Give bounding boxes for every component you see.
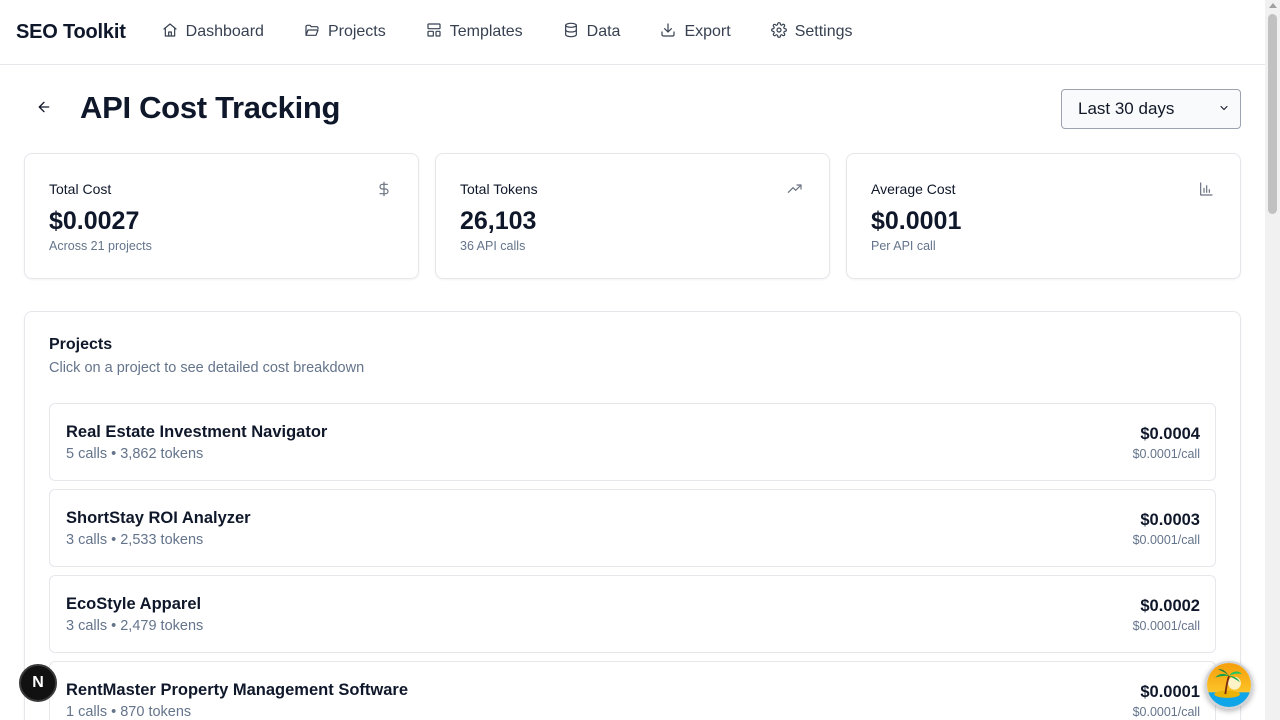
chevron-down-icon (1218, 99, 1230, 119)
nav-item-export[interactable]: Export (660, 22, 731, 43)
nav-label: Projects (327, 23, 386, 40)
nav-label: Templates (449, 23, 523, 40)
stat-card-average-cost: Average Cost $0.0001 Per API call (846, 153, 1241, 279)
stat-subtext: 36 API calls (460, 239, 526, 253)
project-row[interactable]: Real Estate Investment Navigator 5 calls… (49, 403, 1216, 481)
nav-label: Dashboard (185, 23, 264, 40)
date-range-value: Last 30 days (1078, 99, 1175, 118)
scroll-thumb[interactable] (1268, 14, 1277, 214)
nav-item-dashboard[interactable]: Dashboard (162, 22, 264, 43)
nav-label: Data (586, 23, 621, 40)
project-cost-per-call: $0.0001/call (1132, 533, 1200, 547)
nav-item-projects[interactable]: Projects (304, 22, 386, 43)
projects-description: Click on a project to see detailed cost … (49, 360, 365, 376)
date-range-select[interactable]: Last 30 days (1061, 89, 1241, 129)
project-name: RentMaster Property Management Software (66, 681, 408, 699)
stat-value: $0.0027 (49, 207, 140, 235)
bar-chart-icon (1198, 181, 1214, 197)
project-row[interactable]: ShortStay ROI Analyzer 3 calls • 2,533 t… (49, 489, 1216, 567)
projects-panel: Projects Click on a project to see detai… (24, 311, 1241, 720)
project-name: EcoStyle Apparel (66, 595, 202, 613)
project-meta: 5 calls • 3,862 tokens (66, 446, 204, 462)
project-cost: $0.0004 (1140, 425, 1200, 443)
nav-item-data[interactable]: Data (563, 22, 621, 43)
back-button[interactable] (32, 97, 56, 121)
arrow-left-icon (36, 99, 52, 120)
stat-label: Average Cost (871, 181, 956, 197)
top-nav: SEO Toolkit Dashboard Projects Templates… (0, 0, 1265, 65)
nav-item-templates[interactable]: Templates (426, 22, 523, 43)
project-meta: 3 calls • 2,533 tokens (66, 532, 204, 548)
project-cost-per-call: $0.0001/call (1132, 447, 1200, 461)
download-icon (660, 22, 676, 43)
folder-open-icon (304, 22, 320, 43)
scroll-up-arrow-icon[interactable] (1269, 3, 1277, 8)
nav-item-settings[interactable]: Settings (770, 21, 853, 43)
stat-label: Total Cost (49, 181, 112, 197)
project-cost: $0.0001 (1140, 683, 1200, 701)
home-icon (162, 22, 178, 43)
nav-label: Export (684, 23, 731, 40)
stat-card-total-cost: Total Cost $0.0027 Across 21 projects (24, 153, 419, 279)
stat-card-total-tokens: Total Tokens 26,103 36 API calls (435, 153, 830, 279)
project-meta: 1 calls • 870 tokens (66, 704, 192, 720)
stat-value: $0.0001 (871, 207, 962, 235)
layout-icon (426, 22, 442, 43)
project-row[interactable]: RentMaster Property Management Software … (49, 661, 1216, 720)
stat-subtext: Per API call (871, 239, 936, 253)
assistant-avatar-button[interactable] (1205, 661, 1253, 709)
project-cost-per-call: $0.0001/call (1132, 705, 1200, 719)
page-scrollbar[interactable] (1265, 0, 1280, 720)
trending-up-icon (787, 181, 803, 197)
project-cost: $0.0003 (1140, 511, 1200, 529)
project-row[interactable]: EcoStyle Apparel 3 calls • 2,479 tokens … (49, 575, 1216, 653)
project-cost-per-call: $0.0001/call (1132, 619, 1200, 633)
project-name: ShortStay ROI Analyzer (66, 509, 251, 527)
stat-subtext: Across 21 projects (49, 239, 152, 253)
dollar-icon (376, 181, 392, 197)
palm-island-icon (1207, 663, 1251, 707)
stat-label: Total Tokens (460, 181, 538, 197)
project-meta: 3 calls • 2,479 tokens (66, 618, 204, 634)
project-cost: $0.0002 (1140, 597, 1200, 615)
dev-tools-badge[interactable]: N (19, 664, 57, 702)
database-icon (563, 22, 579, 43)
nav-label: Settings (794, 23, 853, 40)
brand-logo-text[interactable]: SEO Toolkit (16, 21, 126, 44)
stat-value: 26,103 (460, 207, 537, 235)
project-name: Real Estate Investment Navigator (66, 423, 328, 441)
gear-icon (770, 21, 787, 43)
page-title: API Cost Tracking (80, 90, 341, 125)
projects-title: Projects (49, 336, 113, 353)
